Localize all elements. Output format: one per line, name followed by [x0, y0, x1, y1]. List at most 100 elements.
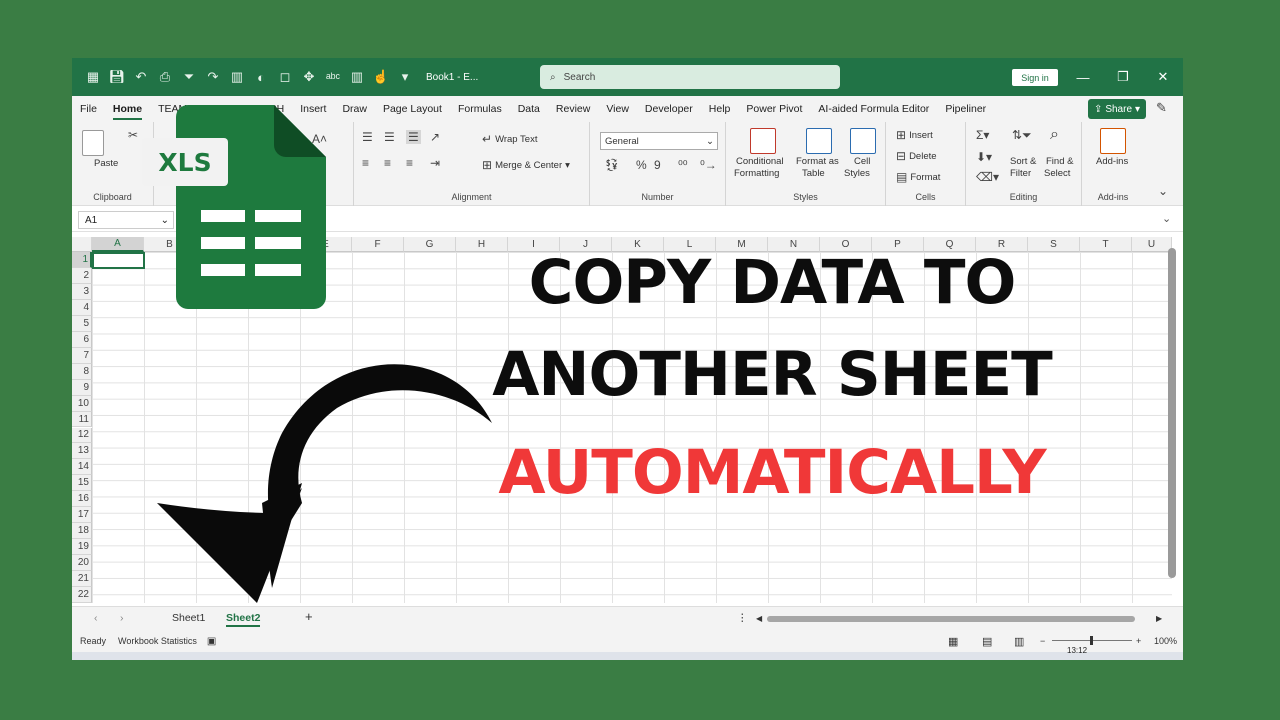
zoom-in-icon[interactable]: +	[1136, 636, 1141, 646]
tab-data[interactable]: Data	[510, 96, 548, 122]
expand-formula-bar-icon[interactable]: ⌄	[1162, 212, 1171, 225]
contrast-icon[interactable]: ◐	[250, 66, 272, 88]
increase-decimal-icon[interactable]: ⁰⁰	[678, 158, 688, 172]
tab-pipeliner[interactable]: Pipeliner	[937, 96, 994, 122]
restore-icon[interactable]: ❐	[1103, 58, 1143, 96]
row-header[interactable]: 19	[72, 539, 92, 556]
sign-in-button[interactable]: Sign in	[1012, 69, 1058, 86]
column-header[interactable]: S	[1028, 237, 1080, 252]
row-header[interactable]: 17	[72, 507, 92, 524]
row-header[interactable]: 12	[72, 427, 92, 444]
touch-mode-icon[interactable]: ☝	[370, 66, 392, 88]
tab-review[interactable]: Review	[548, 96, 598, 122]
addins-button-label[interactable]: Add-ins	[1096, 156, 1128, 167]
paste-icon[interactable]	[82, 130, 104, 156]
autosum-icon[interactable]: Σ▾	[976, 128, 989, 142]
minimize-icon[interactable]: —	[1063, 58, 1103, 96]
formatting-label[interactable]: Formatting	[734, 168, 779, 179]
column-header[interactable]: A	[92, 237, 144, 252]
vertical-scrollbar[interactable]	[1168, 248, 1176, 578]
tab-ai-formula-editor[interactable]: AI-aided Formula Editor	[810, 96, 937, 122]
wrap-text-button[interactable]: ↵ Wrap Text	[482, 132, 537, 146]
filter-icon[interactable]: ⏷	[178, 66, 200, 88]
column-header[interactable]: T	[1080, 237, 1132, 252]
collapse-ribbon-icon[interactable]: ⌄	[1158, 184, 1168, 198]
currency-icon[interactable]: 💱︎	[604, 158, 619, 172]
tab-file[interactable]: File	[72, 96, 105, 122]
zoom-out-icon[interactable]: −	[1040, 636, 1045, 646]
customize-icon[interactable]: ▾	[394, 66, 416, 88]
sort-label[interactable]: Sort &	[1010, 156, 1036, 167]
row-header[interactable]: 13	[72, 443, 92, 460]
row-header[interactable]: 20	[72, 555, 92, 572]
redo-icon[interactable]: ↷	[202, 66, 224, 88]
tab-help[interactable]: Help	[701, 96, 739, 122]
percent-icon[interactable]: %	[636, 158, 647, 172]
row-header[interactable]: 22	[72, 587, 92, 603]
merge-center-button[interactable]: ⊞ Merge & Center ▾	[482, 158, 570, 172]
orientation-icon[interactable]: ↗	[430, 130, 440, 144]
row-header[interactable]: 21	[72, 571, 92, 588]
row-header[interactable]: 14	[72, 459, 92, 476]
comma-icon[interactable]: 9	[654, 158, 661, 172]
column-header[interactable]: G	[404, 237, 456, 252]
normal-view-icon[interactable]: ▦	[948, 635, 958, 648]
conditional-label[interactable]: Conditional	[736, 156, 784, 167]
prev-sheet-icon[interactable]: ‹	[94, 612, 98, 624]
undo-icon[interactable]: ↶	[130, 66, 152, 88]
indent-icon[interactable]: ⇥	[430, 156, 440, 170]
row-header[interactable]: 16	[72, 491, 92, 508]
close-icon[interactable]: ✕	[1143, 58, 1183, 96]
format-cells-button[interactable]: ▤ Format	[896, 170, 940, 184]
tab-page-layout[interactable]: Page Layout	[375, 96, 450, 122]
align-middle-icon[interactable]: ☰	[384, 130, 395, 144]
accessibility-icon[interactable]: ▣	[207, 636, 216, 647]
search-box[interactable]: ⌕ Search	[540, 65, 840, 89]
column-header[interactable]: U	[1132, 237, 1172, 252]
print-icon[interactable]: ⎙	[154, 66, 176, 88]
row-header[interactable]: 2	[72, 267, 92, 284]
column-header[interactable]: F	[352, 237, 404, 252]
scroll-left-icon[interactable]: ◀	[756, 614, 762, 623]
name-box[interactable]: A1 ⌄	[78, 211, 174, 229]
workbook-statistics[interactable]: Workbook Statistics	[118, 636, 197, 646]
select-label[interactable]: Select	[1044, 168, 1070, 179]
zoom-slider[interactable]	[1052, 636, 1132, 645]
page-layout-view-icon[interactable]: ▤	[982, 635, 992, 648]
filter-label[interactable]: Filter	[1010, 168, 1031, 179]
more-options-icon[interactable]: ⋮	[737, 612, 748, 624]
shapes-icon[interactable]: ◻	[274, 66, 296, 88]
decrease-decimal-icon[interactable]: ⁰→	[700, 158, 717, 172]
page-break-view-icon[interactable]: ▥	[1014, 635, 1024, 648]
active-cell[interactable]	[92, 252, 145, 269]
table-label[interactable]: Table	[802, 168, 825, 179]
comments-icon[interactable]: ✎	[1156, 100, 1167, 116]
number-format-dropdown[interactable]: General ⌄	[600, 132, 718, 150]
scroll-right-icon[interactable]: ▶	[1156, 614, 1162, 623]
tab-power-pivot[interactable]: Power Pivot	[738, 96, 810, 122]
tab-draw[interactable]: Draw	[334, 96, 375, 122]
move-icon[interactable]: ✥	[298, 66, 320, 88]
spellcheck-icon[interactable]: ᵃᵇᶜ	[322, 66, 344, 88]
fill-icon[interactable]: ⬇▾	[976, 150, 992, 164]
insert-cells-button[interactable]: ⊞ Insert	[896, 128, 933, 142]
tab-developer[interactable]: Developer	[637, 96, 701, 122]
next-sheet-icon[interactable]: ›	[120, 612, 124, 624]
clear-icon[interactable]: ⌫▾	[976, 170, 999, 184]
align-right-icon[interactable]: ≡	[406, 156, 413, 170]
row-header[interactable]: 9	[72, 379, 92, 396]
column-header[interactable]: H	[456, 237, 508, 252]
tab-formulas[interactable]: Formulas	[450, 96, 510, 122]
delete-cells-button[interactable]: ⊟ Delete	[896, 149, 937, 163]
cell-label[interactable]: Cell	[854, 156, 870, 167]
format-as-label[interactable]: Format as	[796, 156, 839, 167]
share-button[interactable]: ⇪ Share ▾	[1088, 99, 1146, 119]
align-top-icon[interactable]: ☰	[362, 130, 373, 144]
row-header[interactable]: 18	[72, 523, 92, 540]
sheet-tab-sheet2[interactable]: Sheet2	[226, 612, 261, 627]
add-sheet-icon[interactable]: +	[305, 609, 313, 624]
row-header[interactable]: 10	[72, 395, 92, 412]
row-header[interactable]: 7	[72, 347, 92, 364]
paste-button-label[interactable]: Paste	[94, 158, 118, 169]
sheet-tab-sheet1[interactable]: Sheet1	[172, 612, 205, 624]
